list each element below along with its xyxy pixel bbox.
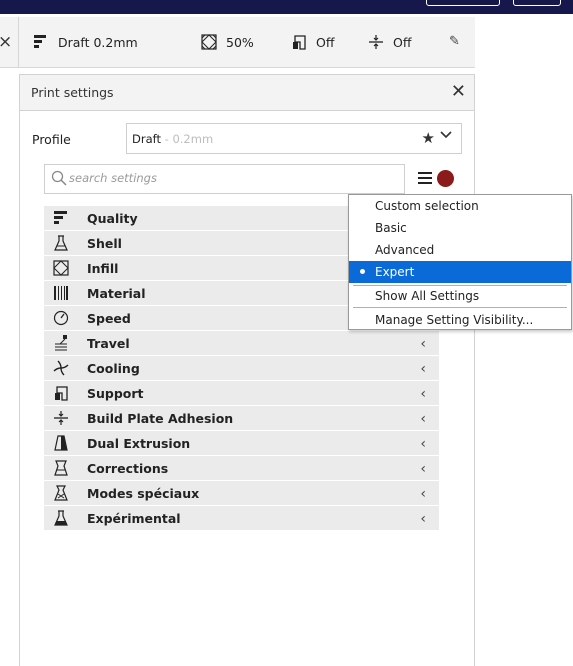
close-icon[interactable]: × — [0, 32, 12, 52]
category-label: Dual Extrusion — [87, 436, 191, 451]
star-icon[interactable]: ★ — [422, 129, 435, 147]
dual-extrusion-icon — [53, 435, 71, 451]
app-header-bar — [0, 0, 573, 14]
setting-visibility-dropdown: Custom selection Basic Advanced Expert S… — [348, 194, 572, 330]
option-label: Show All Settings — [375, 289, 480, 303]
selected-bullet-icon — [360, 269, 365, 274]
category-label: Cooling — [87, 361, 140, 376]
print-settings-panel: Print settings ✕ Profile Draft - 0.2mm ★… — [19, 74, 475, 666]
extruder-color-indicator[interactable] — [437, 170, 454, 187]
shell-icon — [53, 235, 71, 251]
category-experimental[interactable]: Expérimental — [44, 506, 439, 531]
category-label: Support — [87, 386, 144, 401]
category-cooling[interactable]: Cooling — [44, 356, 439, 381]
search-input[interactable] — [69, 171, 389, 185]
category-build-plate-adhesion[interactable]: Build Plate Adhesion — [44, 406, 439, 431]
category-modes-speciaux[interactable]: Modes spéciaux — [44, 481, 439, 506]
infill-icon — [200, 33, 218, 51]
panel-title: Print settings — [31, 85, 114, 100]
summary-adhesion: Off — [367, 33, 411, 51]
visibility-option-advanced[interactable]: Advanced — [349, 239, 571, 261]
profile-selected-value: Draft - 0.2mm — [132, 132, 213, 146]
visibility-option-custom[interactable]: Custom selection — [349, 195, 571, 217]
category-label: Expérimental — [87, 511, 181, 526]
quality-icon — [53, 210, 71, 226]
option-label: Custom selection — [375, 199, 479, 213]
support-icon — [53, 385, 71, 401]
adhesion-icon — [367, 33, 385, 51]
special-modes-icon — [53, 485, 71, 501]
panel-header: Print settings ✕ — [20, 75, 474, 111]
visibility-option-expert[interactable]: Expert — [349, 261, 571, 283]
summary-profile-label: Draft 0.2mm — [58, 34, 138, 50]
profile-name: Draft — [132, 132, 161, 146]
speed-icon — [53, 310, 71, 326]
category-label: Speed — [87, 311, 131, 326]
option-label: Advanced — [375, 243, 435, 257]
manage-setting-visibility[interactable]: Manage Setting Visibility... — [349, 309, 571, 331]
category-label: Travel — [87, 336, 130, 351]
category-dual-extrusion[interactable]: Dual Extrusion — [44, 431, 439, 456]
experimental-icon — [53, 510, 71, 526]
show-all-settings[interactable]: Show All Settings — [349, 285, 571, 307]
print-settings-summary-bar[interactable]: × Draft 0.2mm 50% Off Off ✎ — [0, 17, 475, 68]
search-icon — [51, 170, 67, 186]
adhesion-icon — [53, 410, 71, 426]
category-support[interactable]: Support — [44, 381, 439, 406]
profile-label: Profile — [32, 132, 71, 147]
category-label: Shell — [87, 236, 122, 251]
category-travel[interactable]: Travel — [44, 331, 439, 356]
divider — [18, 17, 19, 68]
summary-adhesion-label: Off — [393, 34, 412, 50]
category-label: Infill — [87, 261, 119, 276]
option-label: Manage Setting Visibility... — [375, 313, 534, 327]
option-label: Expert — [375, 265, 415, 279]
category-corrections[interactable]: Corrections — [44, 456, 439, 481]
summary-support: Off — [290, 33, 334, 51]
header-button[interactable] — [426, 0, 500, 6]
visibility-option-basic[interactable]: Basic — [349, 217, 571, 239]
cooling-icon — [53, 360, 71, 376]
profile-select[interactable]: Draft - 0.2mm ★ — [126, 123, 462, 154]
summary-infill-label: 50% — [226, 34, 254, 50]
summary-profile: Draft 0.2mm — [32, 33, 138, 51]
category-label: Material — [87, 286, 146, 301]
settings-visibility-menu-icon[interactable] — [418, 172, 432, 184]
option-label: Basic — [375, 221, 407, 235]
chevron-down-icon[interactable] — [440, 128, 452, 144]
support-icon — [290, 33, 308, 51]
search-box[interactable] — [44, 164, 405, 194]
profile-layer-height: - 0.2mm — [161, 132, 214, 146]
summary-infill: 50% — [200, 33, 254, 51]
quality-icon — [32, 33, 50, 51]
divider — [353, 307, 567, 308]
header-button-secondary[interactable] — [513, 0, 561, 6]
close-icon[interactable]: ✕ — [451, 81, 466, 102]
edit-pencil-icon[interactable]: ✎ — [449, 34, 460, 49]
infill-icon — [53, 260, 71, 276]
corrections-icon — [53, 460, 71, 476]
category-label: Corrections — [87, 461, 169, 476]
material-icon — [53, 285, 71, 301]
summary-support-label: Off — [316, 34, 335, 50]
travel-icon — [53, 335, 71, 351]
category-label: Modes spéciaux — [87, 486, 200, 501]
category-label: Build Plate Adhesion — [87, 411, 234, 426]
category-label: Quality — [87, 211, 138, 226]
